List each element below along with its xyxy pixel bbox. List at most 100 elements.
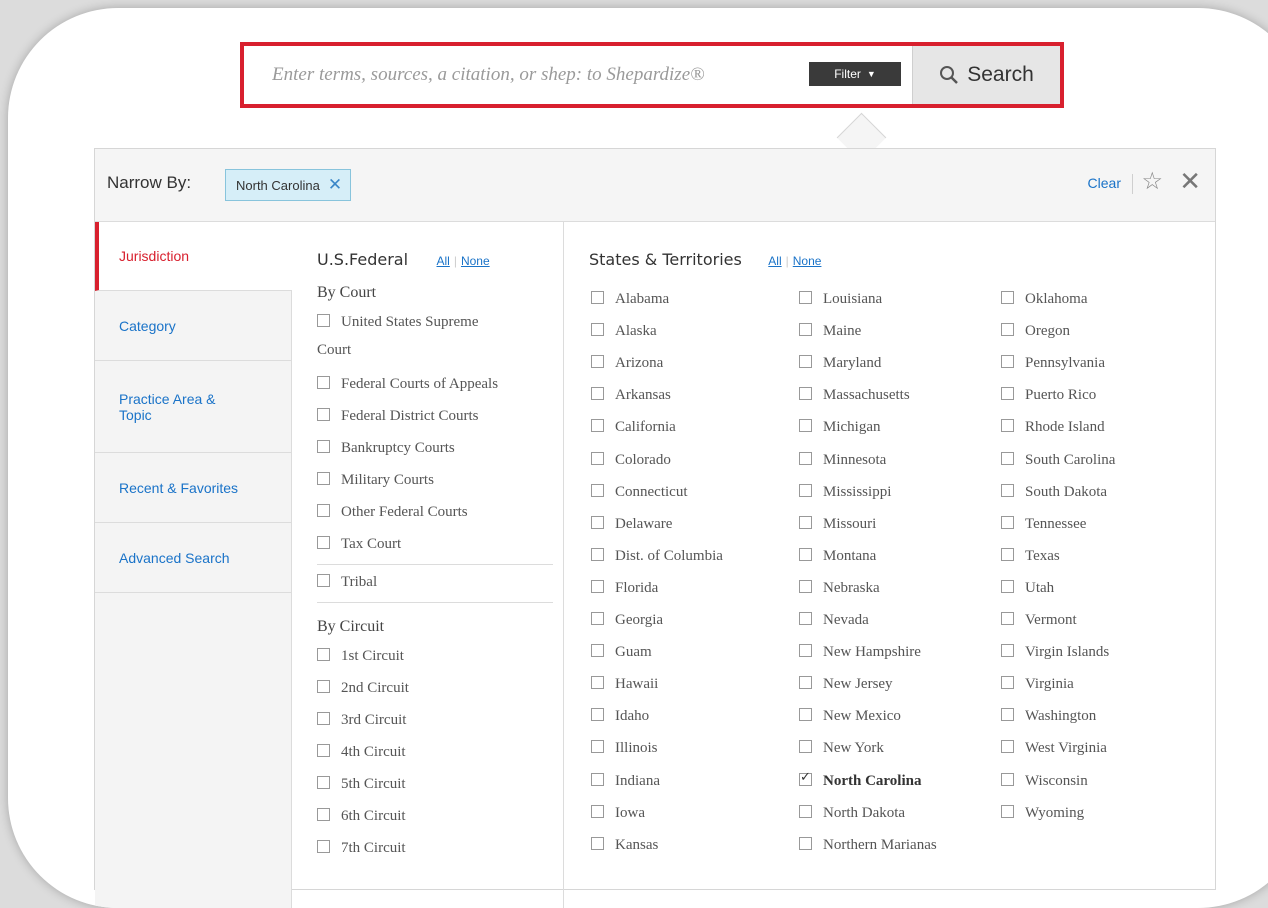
state-checkbox[interactable]: Oregon (1001, 323, 1070, 340)
state-checkbox[interactable]: Oklahoma (1001, 291, 1087, 308)
state-checkbox[interactable]: Puerto Rico (1001, 387, 1096, 404)
checkbox[interactable] (591, 676, 604, 690)
state-checkbox[interactable]: North Dakota (799, 804, 905, 822)
checkbox[interactable] (317, 472, 330, 485)
state-checkbox[interactable]: Pennsylvania (1001, 355, 1105, 372)
state-checkbox[interactable]: Arizona (591, 355, 663, 372)
checkbox[interactable] (591, 483, 604, 497)
state-checkbox[interactable]: Colorado (591, 451, 671, 469)
court-checkbox[interactable]: Military Courts (317, 472, 434, 489)
state-checkbox[interactable]: Virgin Islands (1001, 644, 1109, 661)
court-checkbox[interactable]: Bankruptcy Courts (317, 440, 455, 457)
state-checkbox[interactable]: Montana (799, 547, 876, 565)
checkbox[interactable] (591, 419, 604, 433)
court-checkbox[interactable]: Other Federal Courts (317, 504, 468, 521)
checkbox[interactable] (317, 376, 330, 389)
state-checkbox[interactable]: Massachusetts (799, 387, 910, 404)
checkbox[interactable] (1001, 387, 1014, 401)
state-checkbox[interactable]: California (591, 419, 676, 436)
state-checkbox[interactable]: Kansas (591, 836, 658, 854)
state-checkbox[interactable]: Arkansas (591, 387, 671, 404)
checkbox[interactable] (1001, 740, 1014, 754)
checkbox[interactable] (799, 323, 812, 337)
sidebar-item-recent-favorites[interactable]: Recent & Favorites (95, 453, 291, 523)
close-icon[interactable]: ✕ (1179, 166, 1201, 197)
checkbox[interactable] (799, 770, 812, 786)
checkbox[interactable] (1001, 291, 1014, 304)
state-checkbox[interactable]: Utah (1001, 579, 1054, 597)
state-checkbox[interactable]: Alaska (591, 323, 657, 340)
checkbox[interactable] (317, 840, 330, 853)
state-checkbox[interactable]: Minnesota (799, 451, 886, 469)
checkbox[interactable] (1001, 579, 1014, 593)
checkbox[interactable] (591, 387, 604, 401)
checkbox[interactable] (799, 612, 812, 625)
checkbox[interactable] (1001, 676, 1014, 690)
checkbox[interactable] (1001, 355, 1014, 369)
circuit-checkbox[interactable]: 1st Circuit (317, 648, 404, 665)
court-checkbox[interactable]: Federal District Courts (317, 408, 478, 425)
checkbox[interactable] (1001, 515, 1014, 529)
state-checkbox[interactable]: Maryland (799, 355, 881, 372)
checkbox[interactable] (799, 291, 812, 304)
tribal-checkbox[interactable]: Tribal (317, 574, 377, 591)
court-checkbox[interactable]: Federal Courts of Appeals (317, 376, 498, 393)
state-checkbox[interactable]: New Mexico (799, 708, 901, 725)
checkbox[interactable] (591, 772, 604, 786)
checkbox[interactable] (591, 612, 604, 625)
checkbox[interactable] (799, 740, 812, 754)
sidebar-item-advanced-search[interactable]: Advanced Search (95, 523, 291, 593)
checkbox[interactable] (799, 676, 812, 690)
state-checkbox[interactable]: South Dakota (1001, 483, 1107, 501)
state-checkbox[interactable]: Iowa (591, 804, 645, 822)
state-checkbox[interactable]: Dist. of Columbia (591, 547, 723, 565)
circuit-checkbox[interactable]: 6th Circuit (317, 808, 406, 825)
checkbox[interactable] (799, 836, 812, 850)
checkbox[interactable] (1001, 547, 1014, 561)
state-checkbox[interactable]: Wisconsin (1001, 772, 1088, 790)
state-checkbox[interactable]: Idaho (591, 708, 649, 725)
checkbox[interactable] (317, 536, 330, 549)
state-checkbox[interactable]: West Virginia (1001, 740, 1107, 757)
checkbox[interactable] (591, 836, 604, 850)
federal-none-link[interactable]: None (461, 254, 490, 268)
federal-all-link[interactable]: All (437, 254, 450, 268)
state-checkbox[interactable]: New Hampshire (799, 644, 921, 661)
checkbox[interactable] (1001, 323, 1014, 337)
checkbox[interactable] (591, 323, 604, 337)
state-checkbox[interactable]: Connecticut (591, 483, 687, 501)
checkbox[interactable] (317, 680, 330, 693)
checkbox[interactable] (1001, 708, 1014, 722)
checkbox[interactable] (799, 419, 812, 433)
state-checkbox[interactable]: Northern Marianas (799, 836, 937, 854)
checkbox[interactable] (799, 579, 812, 593)
state-checkbox[interactable]: Florida (591, 579, 658, 597)
checkbox[interactable] (799, 387, 812, 401)
state-checkbox[interactable]: Nevada (799, 612, 869, 629)
state-checkbox[interactable]: Washington (1001, 708, 1096, 725)
checkbox[interactable] (799, 708, 812, 722)
state-checkbox[interactable]: Indiana (591, 772, 660, 790)
state-checkbox[interactable]: New York (799, 740, 884, 757)
checkbox[interactable] (317, 808, 330, 821)
checkbox[interactable] (317, 408, 330, 421)
state-checkbox[interactable]: Wyoming (1001, 804, 1084, 822)
state-checkbox[interactable]: Delaware (591, 515, 672, 533)
checkbox[interactable] (317, 314, 330, 327)
court-checkbox[interactable]: United States Supreme (317, 314, 478, 331)
checkbox[interactable] (591, 579, 604, 593)
checkbox[interactable] (799, 547, 812, 561)
state-checkbox[interactable]: Rhode Island (1001, 419, 1105, 436)
circuit-checkbox[interactable]: 3rd Circuit (317, 712, 406, 729)
filter-chip[interactable]: North Carolina ✕ (225, 169, 352, 201)
sidebar-item-practice-area[interactable]: Practice Area & Topic (95, 361, 291, 453)
checkbox[interactable] (799, 355, 812, 369)
checkbox[interactable] (1001, 612, 1014, 625)
checkbox[interactable] (799, 644, 812, 658)
state-checkbox[interactable]: Hawaii (591, 676, 658, 693)
checkbox[interactable] (591, 708, 604, 722)
checkbox[interactable] (591, 451, 604, 465)
checkbox[interactable] (1001, 483, 1014, 497)
checkbox[interactable] (591, 644, 604, 658)
state-checkbox[interactable]: Virginia (1001, 676, 1074, 693)
